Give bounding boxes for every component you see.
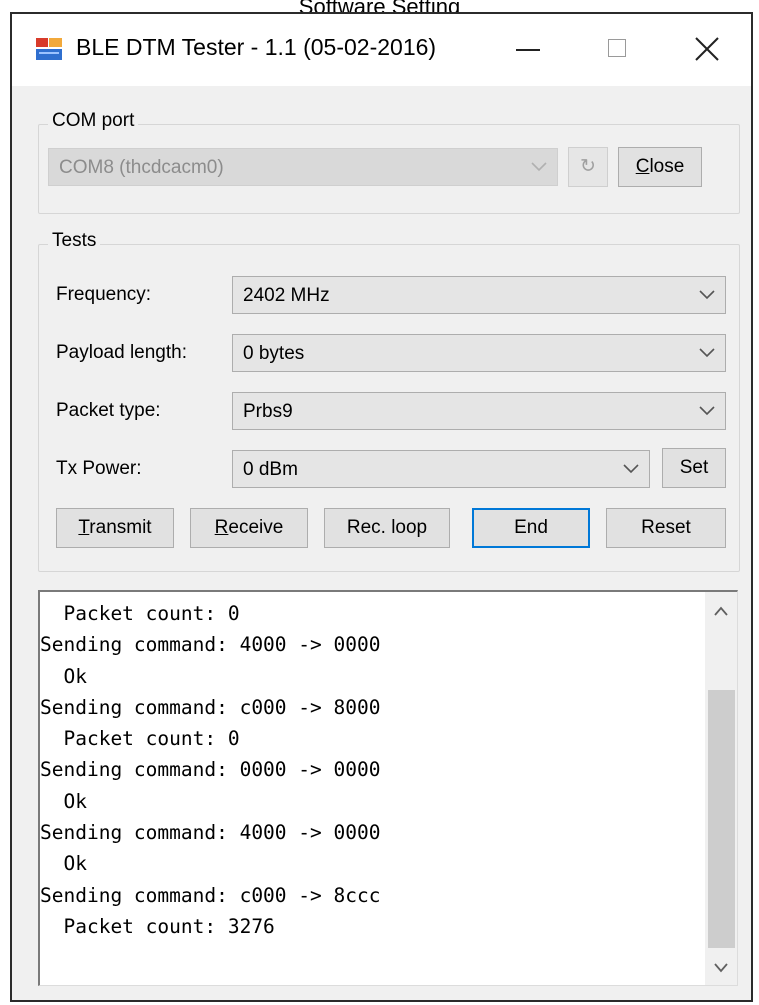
close-icon [695,37,719,61]
chevron-down-icon [699,290,715,300]
tx-power-value: 0 dBm [243,459,298,480]
log-lines: Packet count: 0 Sending command: 4000 ->… [40,598,380,942]
log-line: Ok [40,852,87,876]
log-line: Ok [40,664,87,688]
maximize-icon [608,39,626,57]
close-port-label-mnemonic: C [635,156,650,177]
log-line: Sending command: c000 -> 8ccc [40,883,381,907]
packet-type-label: Packet type: [56,400,161,421]
transmit-label: ransmit [89,517,152,538]
log-line: Sending command: c000 -> 8000 [40,695,381,719]
log-output[interactable]: Packet count: 0 Sending command: 4000 ->… [38,590,738,986]
window-title: BLE DTM Tester - 1.1 (05-02-2016) [76,34,437,60]
packet-type-select[interactable]: Prbs9 [232,392,726,430]
set-tx-power-button[interactable]: Set [662,448,726,488]
minimize-button[interactable] [488,14,568,86]
tests-group-label: Tests [48,230,101,252]
com-port-select[interactable]: COM8 (thcdcacm0) [48,148,558,186]
chevron-down-icon [699,348,715,358]
rec-loop-label: Rec. loop [346,517,428,538]
chevron-down-icon [699,406,715,416]
log-line: Sending command: 0000 -> 0000 [40,758,381,782]
frequency-value: 2402 MHz [243,285,330,306]
close-port-button[interactable]: Close [618,147,702,187]
minimize-icon [516,49,540,51]
chevron-up-icon[interactable] [714,606,728,616]
receive-mnemonic: R [214,517,229,538]
frequency-label: Frequency: [56,284,152,305]
receive-label: eceive [228,517,284,538]
reset-button[interactable]: Reset [606,508,726,548]
payload-length-label: Payload length: [56,342,187,363]
set-button-label: Set [679,457,709,478]
log-line: Sending command: 4000 -> 0000 [40,821,381,845]
refresh-ports-button[interactable]: ↻ [568,147,608,187]
app-icon [36,38,62,60]
log-scrollbar[interactable] [705,592,737,985]
refresh-icon: ↻ [580,156,596,177]
close-port-label: lose [649,156,685,177]
tx-power-label: Tx Power: [56,458,142,479]
chevron-down-icon [623,464,639,474]
log-line: Packet count: 0 [40,602,240,625]
frequency-select[interactable]: 2402 MHz [232,276,726,314]
rec-loop-button[interactable]: Rec. loop [324,508,450,548]
log-line: Packet count: 0 [40,727,240,751]
title-bar[interactable]: BLE DTM Tester - 1.1 (05-02-2016) [12,14,751,86]
packet-type-value: Prbs9 [243,401,293,422]
chevron-down-icon [531,162,547,172]
tx-power-select[interactable]: 0 dBm [232,450,650,488]
end-button[interactable]: End [472,508,590,548]
log-line: Ok [40,789,87,813]
app-window: BLE DTM Tester - 1.1 (05-02-2016) COM po… [10,12,753,1002]
com-port-value: COM8 (thcdcacm0) [59,157,224,178]
transmit-mnemonic: T [78,517,90,538]
end-label: End [514,517,548,538]
reset-label: Reset [641,517,691,538]
receive-button[interactable]: Receive [190,508,308,548]
maximize-button[interactable] [578,14,658,86]
log-line: Packet count: 3276 [40,914,275,938]
scrollbar-thumb[interactable] [708,690,735,948]
payload-length-value: 0 bytes [243,343,305,364]
payload-length-select[interactable]: 0 bytes [232,334,726,372]
transmit-button[interactable]: Transmit [56,508,174,548]
log-line: Sending command: 4000 -> 0000 [40,633,381,657]
close-window-button[interactable] [668,14,748,86]
com-port-group-label: COM port [48,110,139,132]
chevron-down-icon[interactable] [714,963,728,973]
